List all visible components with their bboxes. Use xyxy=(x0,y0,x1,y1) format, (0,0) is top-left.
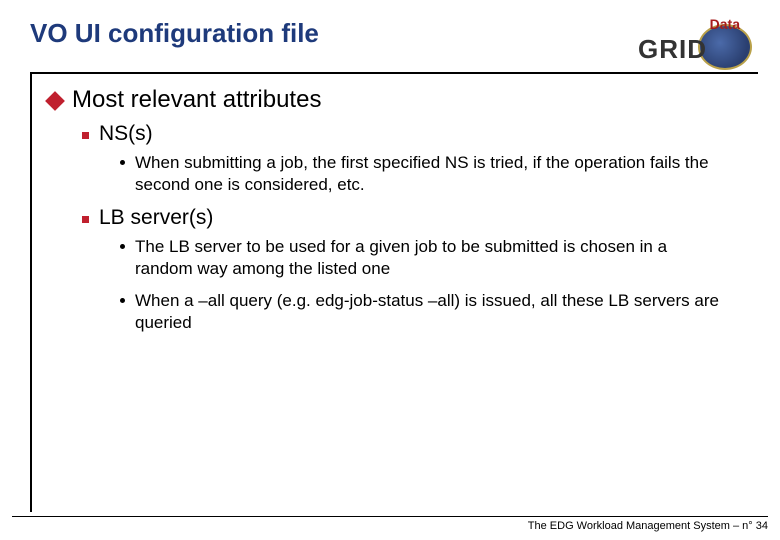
footer: The EDG Workload Management System – n° … xyxy=(12,516,768,532)
square-bullet-icon xyxy=(82,132,89,139)
logo-data-text: Data xyxy=(710,16,740,32)
level3-item: The LB server to be used for a given job… xyxy=(120,236,722,280)
level2-text: NS(s) xyxy=(99,122,153,146)
level2-item: LB server(s) xyxy=(82,206,750,230)
level3-text: When submitting a job, the first specifi… xyxy=(135,152,722,196)
logo-grid-text: GRID xyxy=(638,34,707,65)
level1-item: Most relevant attributes xyxy=(48,86,750,114)
slide: VO UI configuration file Data GRID Most … xyxy=(0,0,780,540)
content-area: Most relevant attributes NS(s) When subm… xyxy=(0,74,780,335)
level2-item: NS(s) xyxy=(82,122,750,146)
dot-bullet-icon xyxy=(120,298,125,303)
square-bullet-icon xyxy=(82,216,89,223)
slide-title: VO UI configuration file xyxy=(30,18,319,49)
level2-text: LB server(s) xyxy=(99,206,213,230)
dot-bullet-icon xyxy=(120,160,125,165)
footer-text: The EDG Workload Management System – n° xyxy=(528,520,753,532)
datagrid-logo: Data GRID xyxy=(638,18,758,68)
level3-text: The LB server to be used for a given job… xyxy=(135,236,722,280)
dot-bullet-icon xyxy=(120,244,125,249)
level3-text: When a –all query (e.g. edg-job-status –… xyxy=(135,290,722,334)
title-row: VO UI configuration file Data GRID xyxy=(0,0,780,72)
level3-item: When a –all query (e.g. edg-job-status –… xyxy=(120,290,722,334)
page-number: 34 xyxy=(756,520,768,532)
level1-text: Most relevant attributes xyxy=(72,86,321,114)
diamond-bullet-icon xyxy=(45,91,65,111)
level3-item: When submitting a job, the first specifi… xyxy=(120,152,722,196)
vertical-rule xyxy=(30,72,32,512)
